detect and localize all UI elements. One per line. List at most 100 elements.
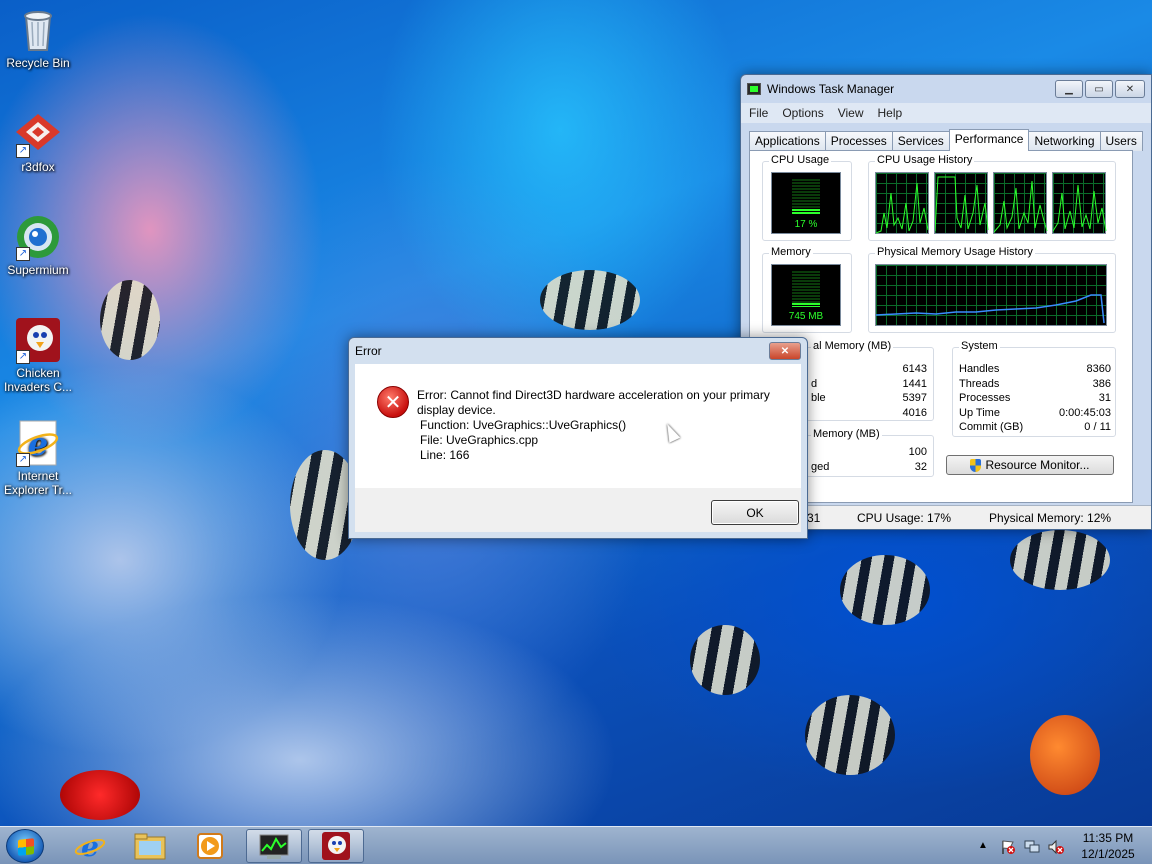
stat-value: 6143	[902, 363, 927, 375]
system-tray: ▲ 11:35 PM 12/1/2025	[952, 827, 1152, 864]
resource-monitor-label: Resource Monitor...	[985, 458, 1090, 472]
resource-monitor-button[interactable]: Resource Monitor...	[946, 455, 1114, 475]
shortcut-arrow-icon: ↗	[16, 350, 30, 364]
desktop-icon-recycle-bin[interactable]: Recycle Bin	[0, 6, 76, 70]
maximize-button[interactable]: ▭	[1085, 80, 1113, 98]
fish-image	[690, 625, 760, 695]
desktop-icon-label: r3dfox	[21, 160, 55, 174]
stat-value: 386	[1092, 377, 1111, 390]
memory-value: 745 MB	[788, 311, 824, 322]
menu-help[interactable]: Help	[878, 106, 903, 120]
network-icon[interactable]	[1024, 839, 1040, 853]
cpu-history-graph-core-1	[875, 172, 929, 234]
menu-file[interactable]: File	[749, 106, 768, 120]
kernel-memory-stats: 100 ged 32	[811, 445, 927, 474]
desktop-icon-chicken-invaders[interactable]: ↗ Chicken Invaders C...	[0, 316, 76, 394]
error-file: File: UveGraphics.cpp	[420, 433, 539, 447]
desktop-icon-label: Recycle Bin	[6, 56, 70, 70]
supermium-icon: ↗	[14, 213, 62, 261]
shortcut-arrow-icon: ↗	[16, 247, 30, 261]
tab-applications[interactable]: Applications	[749, 131, 826, 151]
shortcut-arrow-icon: ↗	[16, 144, 30, 158]
taskbar-task-manager[interactable]	[246, 829, 302, 863]
menu-view[interactable]: View	[838, 106, 864, 120]
physical-memory-history-graph	[875, 264, 1107, 326]
system-group: System Handles 8360 Threads 386 Processes 3…	[952, 340, 1116, 437]
tab-users[interactable]: Users	[1099, 131, 1143, 151]
taskbar-windows-explorer[interactable]	[122, 829, 178, 863]
error-dialog-close-button[interactable]: ✕	[769, 342, 801, 360]
error-dialog-content: ✕ Error: Cannot find Direct3D hardware a…	[355, 364, 801, 488]
stat-label: Commit (GB)	[959, 421, 1024, 433]
stat-value: 5397	[902, 392, 927, 404]
stat-label: Handles	[959, 363, 1000, 375]
fish-image	[1010, 530, 1110, 590]
tab-networking[interactable]: Networking	[1028, 131, 1101, 151]
stat-value: 8360	[1086, 363, 1111, 375]
status-cpu: CPU Usage: 17%	[857, 511, 952, 525]
stat-value: 0:00:45:03	[1059, 406, 1111, 419]
error-x-icon: ✕	[377, 386, 409, 418]
cpu-usage-title: CPU Usage	[769, 154, 832, 166]
shortcut-arrow-icon: ↗	[16, 453, 30, 467]
tab-services[interactable]: Services	[891, 131, 950, 151]
close-button[interactable]: ✕	[1115, 80, 1145, 98]
menu-options[interactable]: Options	[782, 106, 823, 120]
recycle-bin-icon	[14, 6, 62, 54]
desktop-icon-supermium[interactable]: ↗ Supermium	[0, 213, 76, 277]
taskbar-internet-explorer[interactable]: e	[62, 829, 118, 863]
cpu-history-graph-core-4	[1052, 172, 1107, 234]
memory-group: Memory 745 MB	[762, 246, 852, 333]
taskbar: e ▲ 11:35 PM 12/1/2025	[0, 826, 1152, 864]
volume-muted-icon[interactable]	[1048, 839, 1064, 855]
cpu-usage-value: 17 %	[794, 219, 818, 230]
fish-image	[805, 695, 895, 775]
window-title: Windows Task Manager	[767, 82, 895, 96]
stat-label: Up Time	[959, 406, 1000, 419]
cpu-usage-fill	[792, 209, 820, 215]
system-title: System	[959, 340, 1000, 352]
status-processes: 31	[807, 511, 821, 525]
clock[interactable]: 11:35 PM 12/1/2025	[1078, 830, 1138, 862]
start-button[interactable]	[6, 829, 44, 863]
action-center-flag-icon[interactable]	[1000, 839, 1015, 854]
minimize-button[interactable]: ▁	[1055, 80, 1083, 98]
status-memory: Physical Memory: 12%	[989, 511, 1112, 525]
uac-shield-icon	[970, 458, 982, 472]
stat-label: ble	[811, 392, 826, 404]
svg-text:e: e	[28, 425, 48, 463]
stat-label: Processes	[959, 392, 1011, 404]
task-manager-app-icon	[747, 83, 761, 95]
fish-image	[1030, 715, 1100, 795]
tab-processes[interactable]: Processes	[824, 131, 893, 151]
error-dialog-title: Error	[355, 344, 382, 358]
desktop-icon-label: Chicken Invaders C...	[3, 366, 73, 394]
tab-performance[interactable]: Performance	[948, 129, 1030, 151]
clock-date: 12/1/2025	[1081, 847, 1135, 861]
task-manager-titlebar[interactable]: Windows Task Manager ▁ ▭ ✕	[741, 75, 1151, 103]
chicken-invaders-icon	[322, 832, 350, 860]
fish-image	[540, 270, 640, 330]
desktop-icon-r3dfox[interactable]: ↗ r3dfox	[0, 110, 76, 174]
kernel-memory-title: Memory (MB)	[811, 428, 882, 440]
tab-strip: Applications Processes Services Performa…	[749, 129, 1143, 151]
stat-value: 100	[908, 446, 927, 458]
show-hidden-icons-chevron-icon[interactable]: ▲	[978, 840, 992, 854]
desktop-icon-label: Internet Explorer Tr...	[3, 469, 73, 497]
taskbar-chicken-invaders[interactable]	[308, 829, 364, 863]
desktop-icon-internet-explorer[interactable]: e ↗ Internet Explorer Tr...	[0, 419, 76, 497]
internet-explorer-icon: e	[74, 831, 106, 861]
menu-bar: File Options View Help	[741, 103, 1151, 123]
cpu-usage-meter: 17 %	[771, 172, 841, 234]
cpu-history-group: CPU Usage History	[868, 154, 1116, 241]
error-message-line-1: Error: Cannot find Direct3D hardware acc…	[417, 388, 770, 402]
internet-explorer-icon: e ↗	[14, 419, 62, 467]
error-message-line-2: display device.	[417, 403, 496, 417]
error-dialog[interactable]: Error ✕ ✕ Error: Cannot find Direct3D ha…	[348, 337, 808, 539]
stat-value: 4016	[902, 406, 927, 419]
stat-value: 31	[1098, 392, 1111, 404]
fish-image	[840, 555, 930, 625]
ok-button[interactable]: OK	[711, 500, 799, 525]
taskbar-media-player[interactable]	[182, 829, 238, 863]
error-dialog-titlebar[interactable]: Error ✕	[349, 338, 807, 364]
